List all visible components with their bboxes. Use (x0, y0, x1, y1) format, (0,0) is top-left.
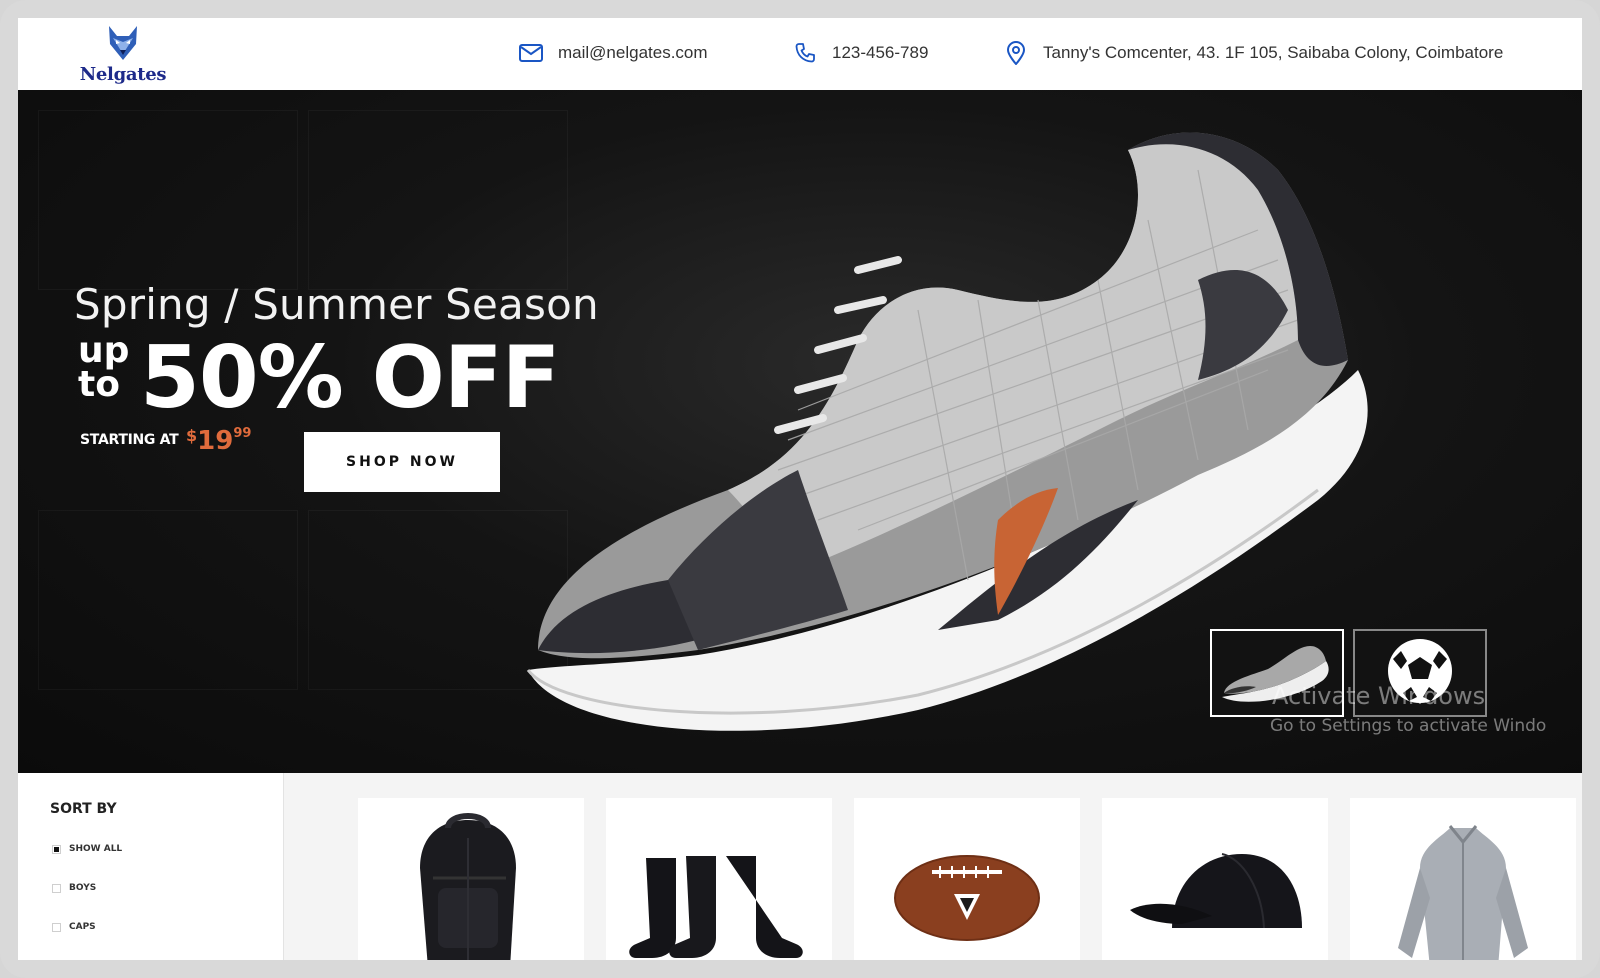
sort-sidebar: SORT BY SHOW ALL BOYS CAPS (18, 773, 284, 960)
location-pin-icon (1003, 40, 1029, 66)
backpack-image (420, 813, 516, 960)
jacket-image (1398, 825, 1528, 960)
checkbox-show-all[interactable] (52, 844, 61, 854)
hero-banner: Spring / Summer Season up to 50% OFF STA… (18, 90, 1582, 773)
socks-image (629, 856, 803, 958)
device-frame: Nelgates mail@nelgates.com 123-456-789 T… (0, 0, 1600, 978)
brand-logo[interactable]: Nelgates (78, 24, 168, 86)
contact-address[interactable]: Tanny's Comcenter, 43. 1F 105, Saibaba C… (1003, 40, 1503, 66)
hero-discount: 50% OFF (140, 328, 560, 428)
starting-label: STARTING AT (80, 432, 179, 448)
price-whole: 19 (197, 426, 234, 456)
filter-boys[interactable]: BOYS (52, 883, 96, 893)
brand-name: Nelgates (79, 64, 167, 85)
background-panel (38, 110, 298, 290)
background-panel (38, 510, 298, 690)
email-text: mail@nelgates.com (558, 43, 708, 62)
starting-price: $1999 (186, 426, 251, 456)
product-card-football[interactable] (854, 798, 1080, 960)
product-card-backpack[interactable] (358, 798, 584, 960)
browser-viewport: Nelgates mail@nelgates.com 123-456-789 T… (18, 18, 1582, 960)
price-currency: $ (186, 426, 198, 445)
checkbox-boys[interactable] (52, 883, 61, 893)
top-header: Nelgates mail@nelgates.com 123-456-789 T… (18, 18, 1582, 90)
filter-label: CAPS (69, 922, 96, 932)
phone-text: 123-456-789 (832, 43, 929, 62)
hero-up-text: up (78, 330, 130, 371)
activation-watermark-subtitle: Go to Settings to activate Windo (1270, 716, 1547, 736)
checkbox-caps[interactable] (52, 922, 61, 932)
product-grid (284, 773, 1582, 960)
filter-label: SHOW ALL (69, 844, 123, 854)
address-text: Tanny's Comcenter, 43. 1F 105, Saibaba C… (1043, 43, 1504, 62)
filter-label: BOYS (69, 883, 97, 893)
product-card-socks[interactable] (606, 798, 832, 960)
filter-caps[interactable]: CAPS (52, 922, 96, 932)
hero-to-text: to (78, 364, 120, 405)
price-cents: 99 (233, 426, 252, 441)
shop-now-button[interactable]: SHOP NOW (304, 432, 500, 492)
product-card-jacket[interactable] (1350, 798, 1576, 960)
contact-email[interactable]: mail@nelgates.com (518, 40, 708, 66)
activation-watermark-title: Activate Windows (1272, 682, 1486, 710)
football-image (894, 855, 1040, 941)
wolf-logo-icon (109, 26, 137, 60)
product-card-cap[interactable] (1102, 798, 1328, 960)
mail-icon (518, 40, 544, 66)
hero-upto: up to (78, 330, 130, 405)
contact-phone[interactable]: 123-456-789 (792, 40, 928, 66)
cap-image (1130, 853, 1302, 929)
phone-icon (792, 40, 818, 66)
filter-show-all[interactable]: SHOW ALL (52, 844, 122, 854)
sort-by-heading: SORT BY (50, 801, 117, 817)
